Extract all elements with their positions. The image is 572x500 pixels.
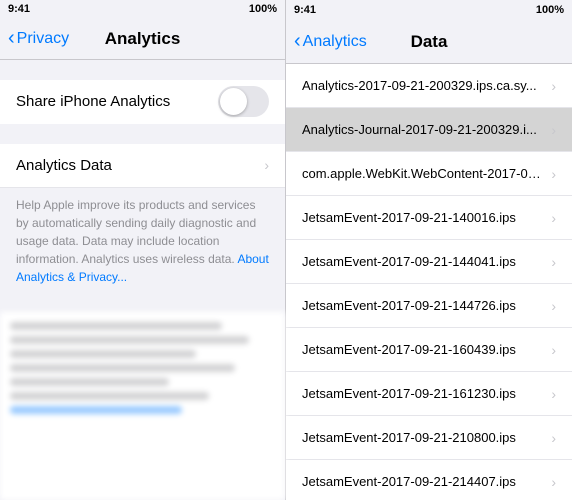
left-panel: 9:41 100% ‹ Privacy Analytics Share iPho… (0, 0, 286, 500)
data-item-chevron-5: › (551, 298, 556, 314)
analytics-data-row[interactable]: Analytics Data › (0, 144, 285, 188)
share-analytics-row[interactable]: Share iPhone Analytics (0, 80, 285, 124)
blurred-content-area (0, 312, 285, 500)
blur-line-6 (10, 392, 209, 400)
data-item-5[interactable]: JetsamEvent-2017-09-21-144726.ips › (286, 284, 572, 328)
toggle-knob (220, 88, 247, 115)
right-back-chevron-icon: ‹ (294, 30, 301, 53)
right-back-button[interactable]: ‹ Analytics (294, 30, 367, 53)
share-analytics-toggle[interactable] (218, 86, 269, 117)
data-item-chevron-4: › (551, 254, 556, 270)
data-item-9[interactable]: JetsamEvent-2017-09-21-214407.ips › (286, 460, 572, 500)
left-status-bar: 9:41 100% (0, 0, 285, 19)
data-item-6[interactable]: JetsamEvent-2017-09-21-160439.ips › (286, 328, 572, 372)
blur-line-1 (10, 322, 222, 330)
data-item-chevron-3: › (551, 210, 556, 226)
data-item-label-8: JetsamEvent-2017-09-21-210800.ips (302, 430, 547, 445)
data-item-chevron-1: › (551, 122, 556, 138)
right-time: 9:41 (294, 4, 316, 16)
data-item-label-6: JetsamEvent-2017-09-21-160439.ips (302, 342, 547, 357)
left-back-label: Privacy (17, 30, 69, 48)
data-item-label-9: JetsamEvent-2017-09-21-214407.ips (302, 474, 547, 489)
blur-line-3 (10, 350, 196, 358)
left-time: 9:41 (8, 3, 30, 15)
data-item-8[interactable]: JetsamEvent-2017-09-21-210800.ips › (286, 416, 572, 460)
share-analytics-label: Share iPhone Analytics (16, 93, 218, 110)
right-back-label: Analytics (303, 33, 367, 51)
right-status-bar: 9:41 100% (286, 0, 572, 20)
left-nav-bar: ‹ Privacy Analytics (0, 19, 285, 60)
data-item-chevron-6: › (551, 342, 556, 358)
data-item-label-0: Analytics-2017-09-21-200329.ips.ca.sy... (302, 78, 547, 93)
data-item-3[interactable]: JetsamEvent-2017-09-21-140016.ips › (286, 196, 572, 240)
right-battery: 100% (536, 4, 564, 16)
data-item-1[interactable]: Analytics-Journal-2017-09-21-200329.i...… (286, 108, 572, 152)
analytics-data-section: Analytics Data › (0, 144, 285, 188)
data-item-label-3: JetsamEvent-2017-09-21-140016.ips (302, 210, 547, 225)
data-item-label-7: JetsamEvent-2017-09-21-161230.ips (302, 386, 547, 401)
left-back-chevron-icon: ‹ (8, 27, 15, 50)
left-back-button[interactable]: ‹ Privacy (8, 27, 69, 50)
data-item-chevron-8: › (551, 430, 556, 446)
share-analytics-section: Share iPhone Analytics (0, 80, 285, 124)
analytics-data-chevron-icon: › (264, 157, 269, 173)
data-item-2[interactable]: com.apple.WebKit.WebContent-2017-09-... … (286, 152, 572, 196)
left-battery: 100% (249, 3, 277, 15)
data-item-chevron-7: › (551, 386, 556, 402)
blur-line-5 (10, 378, 169, 386)
data-item-chevron-9: › (551, 474, 556, 490)
blur-line-4 (10, 364, 235, 372)
data-item-label-4: JetsamEvent-2017-09-21-144041.ips (302, 254, 547, 269)
analytics-data-label: Analytics Data (16, 157, 264, 174)
data-item-7[interactable]: JetsamEvent-2017-09-21-161230.ips › (286, 372, 572, 416)
blur-line-2 (10, 336, 249, 344)
description-block: Help Apple improve its products and serv… (0, 188, 285, 302)
data-item-label-1: Analytics-Journal-2017-09-21-200329.i... (302, 122, 547, 137)
right-nav-bar: ‹ Analytics Data (286, 20, 572, 64)
data-item-label-2: com.apple.WebKit.WebContent-2017-09-... (302, 166, 547, 181)
right-panel: 9:41 100% ‹ Analytics Data Analytics-201… (286, 0, 572, 500)
data-item-label-5: JetsamEvent-2017-09-21-144726.ips (302, 298, 547, 313)
data-list: Analytics-2017-09-21-200329.ips.ca.sy...… (286, 64, 572, 500)
data-item-chevron-0: › (551, 78, 556, 94)
data-item-4[interactable]: JetsamEvent-2017-09-21-144041.ips › (286, 240, 572, 284)
description-text: Help Apple improve its products and serv… (16, 196, 269, 286)
data-item-0[interactable]: Analytics-2017-09-21-200329.ips.ca.sy...… (286, 64, 572, 108)
left-nav-title: Analytics (105, 29, 181, 49)
right-nav-title: Data (411, 32, 448, 52)
data-item-chevron-2: › (551, 166, 556, 182)
blur-line-7 (10, 406, 182, 414)
